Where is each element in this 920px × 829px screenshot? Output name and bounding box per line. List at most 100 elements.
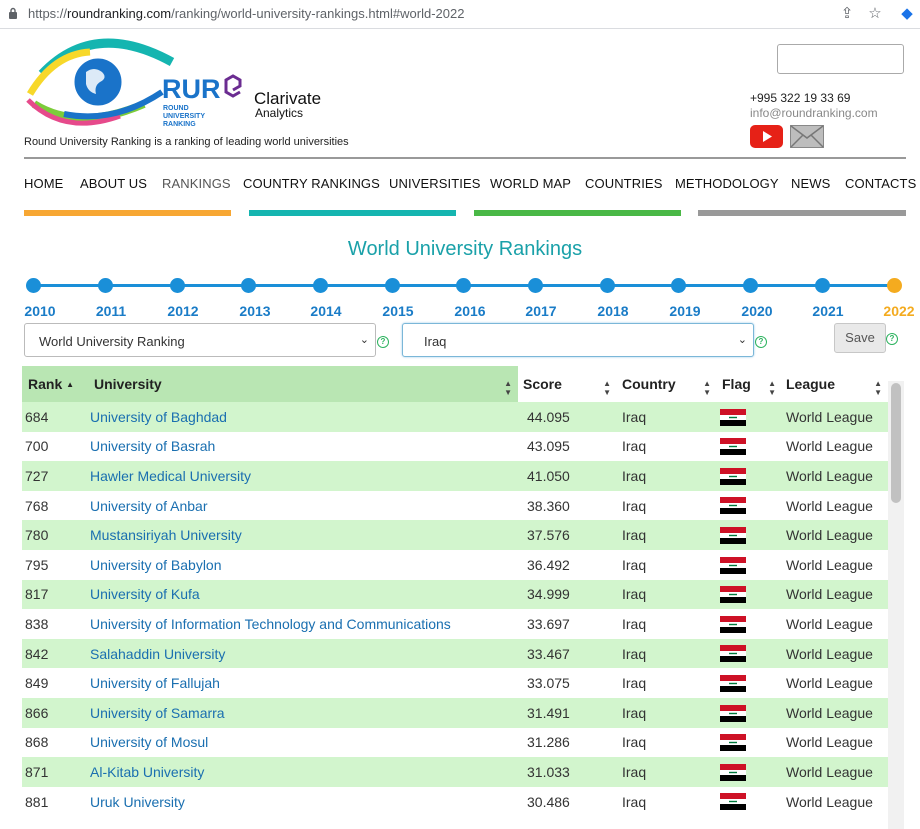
cell-league: World League <box>782 727 888 758</box>
header-university[interactable]: University ▲ ▼ <box>90 366 518 402</box>
nav-news[interactable]: NEWS <box>791 176 830 191</box>
cell-rank: 881 <box>22 786 90 817</box>
university-link[interactable]: Salahaddin University <box>90 638 518 669</box>
university-link[interactable]: University of Fallujah <box>90 668 518 698</box>
browser-address-bar[interactable]: https://roundranking.com/ranking/world-u… <box>0 0 920 29</box>
university-link[interactable]: Uruk University <box>90 786 518 817</box>
year-dot-2012[interactable] <box>170 278 185 293</box>
nav-methodology[interactable]: METHODOLOGY <box>675 176 779 191</box>
iraq-flag-icon <box>720 645 746 663</box>
iraq-flag-icon <box>720 586 746 604</box>
table-row: 817 University of Kufa 34.999 Iraq World Lea… <box>22 579 888 610</box>
year-dot-2022[interactable] <box>887 278 902 293</box>
table-row: 881 Uruk University 30.486 Iraq World League <box>22 786 888 817</box>
country-select[interactable]: Iraq ⌄ <box>402 323 754 357</box>
year-dot-2010[interactable] <box>26 278 41 293</box>
university-link[interactable]: University of Anbar <box>90 490 518 521</box>
year-label-2011[interactable]: 2011 <box>91 303 131 319</box>
year-dot-2020[interactable] <box>743 278 758 293</box>
university-link[interactable]: Mustansiriyah University <box>90 520 518 550</box>
nav-country-rankings[interactable]: COUNTRY RANKINGS <box>243 176 380 191</box>
help-icon[interactable]: ? <box>755 336 767 348</box>
header-score[interactable]: Score ▲ ▼ <box>518 366 617 402</box>
university-link[interactable]: University of Samarra <box>90 697 518 728</box>
year-dot-2016[interactable] <box>456 278 471 293</box>
header-country[interactable]: Country ▲ ▼ <box>617 366 717 402</box>
cell-flag <box>717 461 782 491</box>
extension-icon[interactable]: ◆ <box>898 5 916 23</box>
year-label-2015[interactable]: 2015 <box>378 303 418 319</box>
year-dot-2017[interactable] <box>528 278 543 293</box>
year-dot-2011[interactable] <box>98 278 113 293</box>
year-dot-2019[interactable] <box>671 278 686 293</box>
year-dot-2021[interactable] <box>815 278 830 293</box>
mail-icon[interactable] <box>790 125 824 148</box>
chevron-down-icon: ⌄ <box>737 334 747 346</box>
university-link[interactable]: Al-Kitab University <box>90 757 518 787</box>
cell-rank: 838 <box>22 609 90 639</box>
help-icon[interactable]: ? <box>377 336 389 348</box>
year-label-2016[interactable]: 2016 <box>450 303 490 319</box>
nav-contacts[interactable]: CONTACTS <box>845 176 916 191</box>
contact-email[interactable]: info@roundranking.com <box>750 106 878 120</box>
table-row: 780 Mustansiriyah University 37.576 Iraq Wor… <box>22 520 888 550</box>
year-dot-2014[interactable] <box>313 278 328 293</box>
year-label-2021[interactable]: 2021 <box>808 303 848 319</box>
cell-rank: 795 <box>22 549 90 580</box>
rur-logo[interactable]: RUR ROUND UNIVERSITY RANKING Clarivate A… <box>24 34 334 134</box>
sort-asc-icon: ▲ <box>66 380 75 389</box>
nav-color-bar-green <box>474 210 681 216</box>
nav-universities[interactable]: UNIVERSITIES <box>389 176 481 191</box>
share-icon[interactable]: ⇪ <box>838 5 856 23</box>
youtube-icon[interactable] <box>750 125 783 148</box>
cell-league: World League <box>782 609 888 639</box>
university-link[interactable]: University of Basrah <box>90 431 518 462</box>
cell-rank: 849 <box>22 668 90 698</box>
nav-color-bar-gray <box>698 210 906 216</box>
nav-home[interactable]: HOME <box>24 176 63 191</box>
analytics-text: Analytics <box>255 106 303 120</box>
university-link[interactable]: University of Kufa <box>90 579 518 610</box>
table-scrollbar-thumb[interactable] <box>891 383 901 503</box>
year-label-2014[interactable]: 2014 <box>306 303 346 319</box>
year-label-2020[interactable]: 2020 <box>737 303 777 319</box>
table-row: 849 University of Fallujah 33.075 Iraq World… <box>22 668 888 698</box>
year-label-2013[interactable]: 2013 <box>235 303 275 319</box>
year-label-2010[interactable]: 2010 <box>20 303 60 319</box>
cell-country: Iraq <box>617 727 717 758</box>
help-icon[interactable]: ? <box>886 333 898 345</box>
ranking-type-select[interactable]: World University Ranking ⌄ <box>24 323 376 357</box>
cell-rank: 727 <box>22 461 90 491</box>
nav-countries[interactable]: COUNTRIES <box>585 176 662 191</box>
year-label-2018[interactable]: 2018 <box>593 303 633 319</box>
header-flag[interactable]: Flag ▲ ▼ <box>717 366 782 402</box>
year-label-2017[interactable]: 2017 <box>521 303 561 319</box>
university-link[interactable]: Hawler Medical University <box>90 461 518 491</box>
header-league[interactable]: League ▲ ▼ <box>782 366 888 402</box>
year-dot-2018[interactable] <box>600 278 615 293</box>
cell-league: World League <box>782 638 888 669</box>
url-text[interactable]: https://roundranking.com/ranking/world-u… <box>28 6 464 21</box>
year-dot-2015[interactable] <box>385 278 400 293</box>
country-select-value: Iraq <box>424 334 447 349</box>
table-row: 768 University of Anbar 38.360 Iraq World Le… <box>22 490 888 521</box>
bookmark-star-icon[interactable]: ☆ <box>866 5 884 23</box>
site-search-input[interactable] <box>777 44 904 74</box>
nav-rankings[interactable]: RANKINGS <box>162 176 231 191</box>
cell-country: Iraq <box>617 609 717 639</box>
year-label-2022[interactable]: 2022 <box>879 303 919 319</box>
save-button[interactable]: Save <box>834 323 886 353</box>
university-link[interactable]: University of Information Technology and… <box>90 609 518 639</box>
university-link[interactable]: University of Babylon <box>90 549 518 580</box>
header-divider <box>24 157 906 159</box>
university-link[interactable]: University of Mosul <box>90 727 518 758</box>
contact-phone: +995 322 19 33 69 <box>750 91 851 105</box>
year-label-2019[interactable]: 2019 <box>665 303 705 319</box>
year-dot-2013[interactable] <box>241 278 256 293</box>
header-rank[interactable]: Rank ▲ <box>22 366 90 402</box>
cell-score: 44.095 <box>518 402 617 432</box>
nav-world-map[interactable]: WORLD MAP <box>490 176 571 191</box>
university-link[interactable]: University of Baghdad <box>90 402 518 432</box>
nav-about-us[interactable]: ABOUT US <box>80 176 147 191</box>
year-label-2012[interactable]: 2012 <box>163 303 203 319</box>
